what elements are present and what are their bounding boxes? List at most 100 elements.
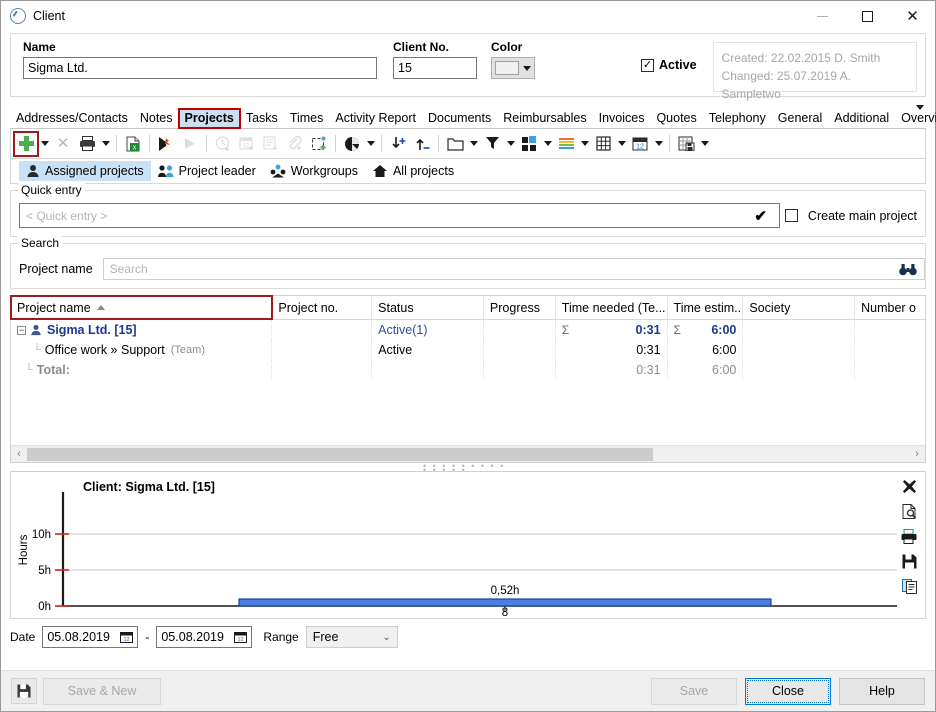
- filter-button[interactable]: [480, 132, 504, 156]
- maximize-button[interactable]: [845, 1, 890, 31]
- quick-entry-input[interactable]: < Quick entry >: [19, 203, 780, 228]
- tab-times[interactable]: Times: [284, 109, 330, 128]
- subtab-project-leader[interactable]: Project leader: [151, 161, 263, 181]
- expand-all-button[interactable]: [386, 132, 410, 156]
- create-main-project-group[interactable]: Create main project: [785, 209, 917, 223]
- chart-ytick-0h: 0h: [38, 601, 51, 613]
- tab-quotes[interactable]: Quotes: [650, 109, 702, 128]
- tab-overflow-button[interactable]: [916, 110, 924, 124]
- grouping-button[interactable]: [517, 132, 541, 156]
- binoculars-icon[interactable]: [899, 263, 917, 276]
- column-header-project-no[interactable]: Project no.: [272, 296, 372, 319]
- add-window-button[interactable]: [307, 132, 331, 156]
- client-no-label: Client No.: [393, 40, 477, 54]
- active-checkbox-group[interactable]: Active: [641, 58, 697, 72]
- tab-reimbursables[interactable]: Reimbursables: [497, 109, 592, 128]
- folder-button[interactable]: [443, 132, 467, 156]
- calendar-icon[interactable]: 12: [234, 631, 247, 643]
- calendar-add-icon: 12: [239, 136, 256, 152]
- subtab-all-projects[interactable]: All projects: [365, 161, 461, 181]
- columns-dropdown[interactable]: [615, 132, 628, 156]
- range-select[interactable]: Free ⌄: [306, 626, 398, 648]
- new-project-button[interactable]: [14, 132, 38, 156]
- chart-save-button[interactable]: [901, 553, 917, 569]
- window-controls: ✕: [800, 1, 935, 31]
- created-text: Created: 22.02.2015 D. Smith: [722, 49, 908, 67]
- grid-horizontal-scrollbar[interactable]: ‹ ›: [11, 445, 925, 462]
- tab-documents[interactable]: Documents: [422, 109, 497, 128]
- save-icon-button[interactable]: [11, 678, 37, 704]
- close-button[interactable]: ✕: [890, 1, 935, 31]
- chevron-left-icon[interactable]: ‹: [11, 448, 27, 460]
- save-layout-dropdown[interactable]: [698, 132, 711, 156]
- chart-close-button[interactable]: [901, 478, 917, 494]
- scrollbar-track[interactable]: [27, 447, 909, 462]
- tab-activity-report[interactable]: Activity Report: [329, 109, 422, 128]
- date-from-input[interactable]: 05.08.2019 12: [42, 626, 138, 648]
- print-button[interactable]: [75, 132, 99, 156]
- table-row[interactable]: └ Office work » Support (Team) Active 0:…: [11, 340, 925, 360]
- quick-entry-title: Quick entry: [18, 183, 85, 197]
- column-header-society[interactable]: Society: [743, 296, 855, 319]
- tab-invoices[interactable]: Invoices: [593, 109, 651, 128]
- active-checkbox[interactable]: [641, 59, 654, 72]
- subtab-workgroups[interactable]: Workgroups: [263, 161, 365, 181]
- help-button[interactable]: Help: [839, 678, 925, 705]
- close-button[interactable]: Close: [745, 678, 831, 705]
- grouping-dropdown[interactable]: [541, 132, 554, 156]
- tab-tasks[interactable]: Tasks: [240, 109, 284, 128]
- chevron-right-icon[interactable]: ›: [909, 448, 925, 460]
- date-range-dropdown[interactable]: [652, 132, 665, 156]
- check-icon[interactable]: ✔: [754, 207, 767, 225]
- column-header-progress[interactable]: Progress: [484, 296, 556, 319]
- row-expander[interactable]: −: [17, 326, 26, 335]
- tab-additional[interactable]: Additional: [828, 109, 895, 128]
- tab-telephony[interactable]: Telephony: [703, 109, 772, 128]
- folder-dropdown[interactable]: [467, 132, 480, 156]
- delete-button[interactable]: ✕: [51, 132, 75, 156]
- tab-addresses-contacts[interactable]: Addresses/Contacts: [10, 109, 134, 128]
- column-header-time-estimated[interactable]: Time estim...: [668, 296, 744, 319]
- tab-projects[interactable]: Projects: [179, 109, 240, 128]
- save-and-new-button[interactable]: Save & New: [43, 678, 161, 705]
- save-layout-button[interactable]: [674, 132, 698, 156]
- toolbar-separator: [438, 135, 439, 152]
- new-project-dropdown[interactable]: [38, 132, 51, 156]
- search-input[interactable]: Search: [103, 258, 925, 280]
- calendar-icon[interactable]: 12: [120, 631, 133, 643]
- tab-notes[interactable]: Notes: [134, 109, 179, 128]
- column-header-time-needed[interactable]: Time needed (Te...: [556, 296, 668, 319]
- tab-general[interactable]: General: [772, 109, 828, 128]
- excel-export-icon: x: [126, 136, 141, 152]
- run-report-button[interactable]: [154, 132, 178, 156]
- column-header-status[interactable]: Status: [372, 296, 484, 319]
- subtab-assigned-projects[interactable]: Assigned projects: [19, 161, 151, 181]
- create-main-project-checkbox[interactable]: [785, 209, 798, 222]
- color-picker[interactable]: [491, 57, 535, 79]
- export-excel-button[interactable]: x: [121, 132, 145, 156]
- chart-button[interactable]: [340, 132, 364, 156]
- save-button[interactable]: Save: [651, 678, 737, 705]
- color-rows-button[interactable]: [554, 132, 578, 156]
- chart-preview-button[interactable]: [901, 503, 917, 519]
- filter-dropdown[interactable]: [504, 132, 517, 156]
- minimize-button[interactable]: [800, 1, 845, 31]
- date-to-input[interactable]: 05.08.2019 12: [156, 626, 252, 648]
- column-header-project-name[interactable]: Project name: [11, 296, 272, 319]
- row-number-of: [855, 340, 925, 360]
- name-input[interactable]: [23, 57, 377, 79]
- color-dropdown-button[interactable]: [519, 58, 534, 78]
- client-no-input[interactable]: [393, 57, 477, 79]
- scrollbar-thumb[interactable]: [27, 448, 653, 461]
- table-row[interactable]: − Sigma Ltd. [15] Active(1) Σ 0:31 Σ 6:0…: [11, 320, 925, 340]
- chart-copy-button[interactable]: [901, 578, 917, 594]
- columns-button[interactable]: [591, 132, 615, 156]
- date-range-button[interactable]: 12: [628, 132, 652, 156]
- print-dropdown[interactable]: [99, 132, 112, 156]
- color-rows-dropdown[interactable]: [578, 132, 591, 156]
- person-icon: [26, 164, 40, 178]
- chart-print-button[interactable]: [901, 528, 917, 544]
- column-header-number-of[interactable]: Number o: [855, 296, 925, 319]
- chart-dropdown[interactable]: [364, 132, 377, 156]
- collapse-all-button[interactable]: [410, 132, 434, 156]
